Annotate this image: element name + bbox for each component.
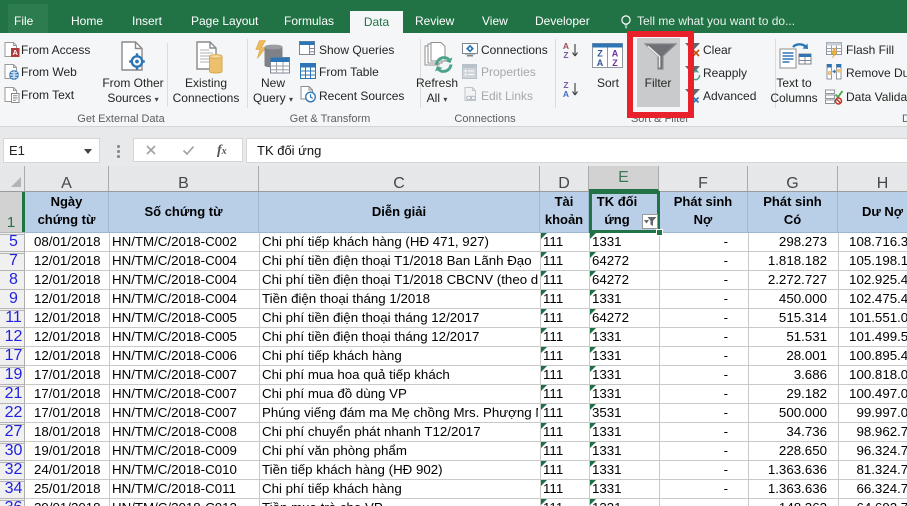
svg-text:Z: Z [563,50,568,59]
svg-text:A: A [597,58,604,68]
svg-text:A: A [612,49,619,59]
svg-text:A: A [12,48,18,57]
svg-text:A: A [563,89,569,98]
svg-text:Z: Z [612,58,618,68]
svg-text:Z: Z [597,49,603,59]
